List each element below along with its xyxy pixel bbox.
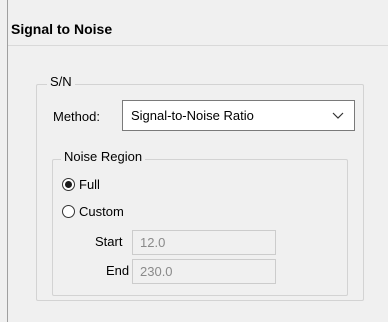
method-label: Method: xyxy=(53,109,100,124)
method-dropdown[interactable]: Signal-to-Noise Ratio xyxy=(122,100,355,131)
panel-header: Signal to Noise xyxy=(8,0,388,46)
radio-custom-label: Custom xyxy=(79,204,124,219)
noise-region-label: Noise Region xyxy=(61,149,146,165)
radio-custom-indicator[interactable] xyxy=(62,205,75,218)
page-title: Signal to Noise xyxy=(11,21,113,37)
method-selected-value: Signal-to-Noise Ratio xyxy=(131,108,254,123)
end-field[interactable]: 230.0 xyxy=(132,259,276,284)
radio-custom[interactable]: Custom xyxy=(62,204,124,219)
radio-full-label: Full xyxy=(79,177,100,192)
end-label: End xyxy=(106,263,130,278)
chevron-down-icon xyxy=(332,112,344,119)
radio-full-indicator[interactable] xyxy=(62,178,75,191)
sn-group-label: S/N xyxy=(47,74,75,90)
start-field[interactable]: 12.0 xyxy=(132,230,276,255)
start-label: Start xyxy=(95,234,123,249)
radio-full[interactable]: Full xyxy=(62,177,100,192)
